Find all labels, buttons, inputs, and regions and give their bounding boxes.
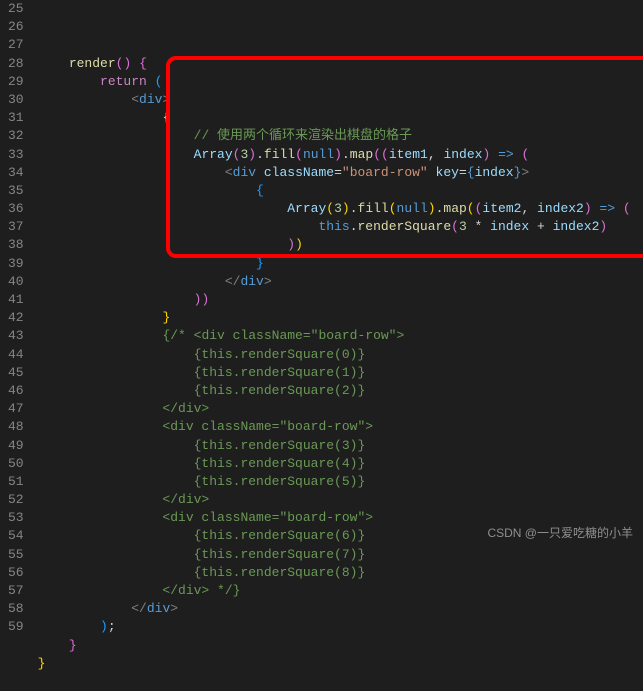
code-line[interactable]: {/* <div className="board-row"> xyxy=(38,327,643,345)
code-line[interactable]: this.renderSquare(3 * index + index2) xyxy=(38,218,643,236)
code-line[interactable]: } xyxy=(38,655,643,673)
line-number: 36 xyxy=(8,200,24,218)
line-number: 38 xyxy=(8,236,24,254)
code-line[interactable]: } xyxy=(38,309,643,327)
code-line[interactable]: // 使用两个循环来渲染出棋盘的格子 xyxy=(38,127,643,145)
code-line[interactable]: <div> xyxy=(38,91,643,109)
code-line[interactable]: <div className="board-row" key={index}> xyxy=(38,164,643,182)
code-line[interactable]: </div> xyxy=(38,491,643,509)
code-line[interactable]: {this.renderSquare(0)} xyxy=(38,346,643,364)
code-editor[interactable]: 2526272829303132333435363738394041424344… xyxy=(0,0,643,548)
line-number: 30 xyxy=(8,91,24,109)
watermark: CSDN @一只爱吃糖的小羊 xyxy=(487,525,633,542)
line-number: 47 xyxy=(8,400,24,418)
code-line[interactable]: )) xyxy=(38,291,643,309)
code-line[interactable]: {this.renderSquare(2)} xyxy=(38,382,643,400)
line-number: 31 xyxy=(8,109,24,127)
line-number: 46 xyxy=(8,382,24,400)
code-area[interactable]: render() { return ( <div> { // 使用两个循环来渲染… xyxy=(38,0,643,548)
line-number: 29 xyxy=(8,73,24,91)
line-number: 53 xyxy=(8,509,24,527)
line-number: 45 xyxy=(8,364,24,382)
code-line[interactable]: {this.renderSquare(8)} xyxy=(38,564,643,582)
line-number: 48 xyxy=(8,418,24,436)
code-line[interactable]: {this.renderSquare(7)} xyxy=(38,546,643,564)
code-line[interactable]: {this.renderSquare(4)} xyxy=(38,455,643,473)
line-number: 52 xyxy=(8,491,24,509)
line-number-gutter: 2526272829303132333435363738394041424344… xyxy=(0,0,38,548)
line-number: 57 xyxy=(8,582,24,600)
code-line[interactable]: {this.renderSquare(3)} xyxy=(38,437,643,455)
code-line[interactable]: } xyxy=(38,637,643,655)
line-number: 42 xyxy=(8,309,24,327)
code-line[interactable]: <div className="board-row"> xyxy=(38,418,643,436)
code-line[interactable]: </div> xyxy=(38,273,643,291)
line-number: 49 xyxy=(8,437,24,455)
line-number: 34 xyxy=(8,164,24,182)
line-number: 37 xyxy=(8,218,24,236)
line-number: 40 xyxy=(8,273,24,291)
code-line[interactable]: Array(3).fill(null).map((item2, index2) … xyxy=(38,200,643,218)
code-line[interactable]: </div> xyxy=(38,400,643,418)
line-number: 26 xyxy=(8,18,24,36)
line-number: 58 xyxy=(8,600,24,618)
code-line[interactable]: </div> */} xyxy=(38,582,643,600)
line-number: 54 xyxy=(8,527,24,545)
code-line[interactable]: Array(3).fill(null).map((item1, index) =… xyxy=(38,146,643,164)
line-number: 50 xyxy=(8,455,24,473)
line-number: 39 xyxy=(8,255,24,273)
code-line[interactable]: ); xyxy=(38,618,643,636)
line-number: 32 xyxy=(8,127,24,145)
line-number: 35 xyxy=(8,182,24,200)
line-number: 28 xyxy=(8,55,24,73)
code-line[interactable]: </div> xyxy=(38,600,643,618)
line-number: 44 xyxy=(8,346,24,364)
code-line[interactable]: render() { xyxy=(38,55,643,73)
code-line[interactable]: return ( xyxy=(38,73,643,91)
code-line[interactable]: } xyxy=(38,255,643,273)
line-number: 56 xyxy=(8,564,24,582)
line-number: 55 xyxy=(8,546,24,564)
code-line[interactable]: {this.renderSquare(1)} xyxy=(38,364,643,382)
code-line[interactable]: { xyxy=(38,109,643,127)
code-line[interactable] xyxy=(38,673,643,691)
line-number: 51 xyxy=(8,473,24,491)
line-number: 27 xyxy=(8,36,24,54)
code-line[interactable]: )) xyxy=(38,236,643,254)
code-line[interactable]: {this.renderSquare(5)} xyxy=(38,473,643,491)
line-number: 33 xyxy=(8,146,24,164)
code-line[interactable]: { xyxy=(38,182,643,200)
line-number: 43 xyxy=(8,327,24,345)
line-number: 41 xyxy=(8,291,24,309)
line-number: 59 xyxy=(8,618,24,636)
line-number: 25 xyxy=(8,0,24,18)
